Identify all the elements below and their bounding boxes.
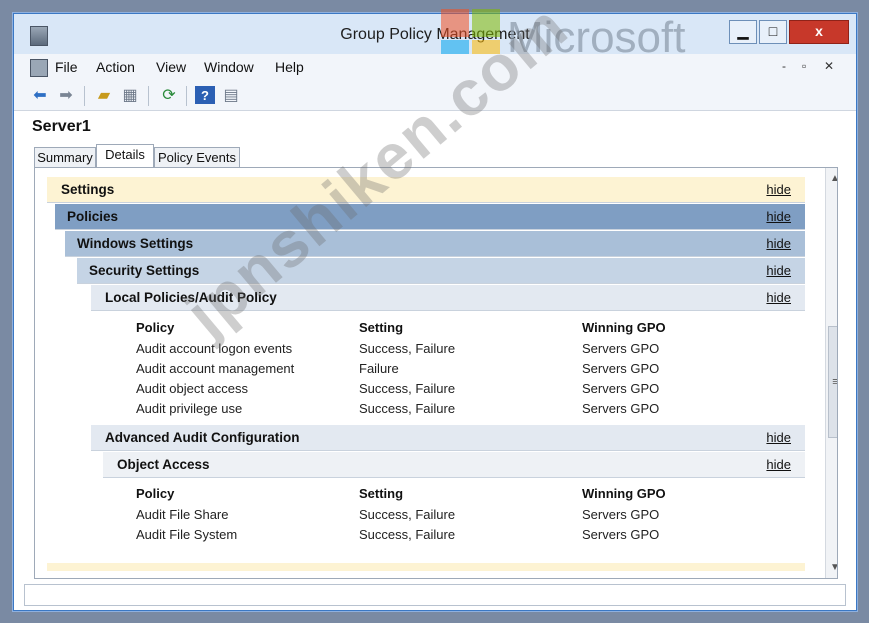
section-title: Security Settings xyxy=(89,263,200,278)
section-title: Advanced Audit Configuration xyxy=(105,430,300,445)
minimize-button[interactable]: ▁ xyxy=(729,20,757,44)
section-title: Local Policies/Audit Policy xyxy=(105,290,277,305)
menu-bar: File Action View Window Help - ▫ ✕ xyxy=(14,54,856,80)
toolbar: ⬅ ➡ ▰ ▦ ⟳ ? ▤ xyxy=(14,80,856,111)
section-title: Object Access xyxy=(117,457,210,472)
section-local-policies: Local Policies/Audit Policy hide xyxy=(91,285,805,311)
policy-name: Audit account logon events xyxy=(136,341,293,356)
winning-gpo: Servers GPO xyxy=(582,507,660,522)
column-header-winning-gpo: Winning GPO xyxy=(582,486,666,501)
winning-gpo: Servers GPO xyxy=(582,381,660,396)
hide-link[interactable]: hide xyxy=(766,231,791,256)
policy-name: Audit File Share xyxy=(136,507,229,522)
title-bar[interactable]: Group Policy Management Microsoft ▁ □ x xyxy=(14,9,856,68)
winning-gpo: Servers GPO xyxy=(582,401,660,416)
section-next-collapsed xyxy=(47,563,805,571)
back-arrow-icon[interactable]: ⬅ xyxy=(30,86,50,104)
toolbar-separator xyxy=(148,86,149,106)
toolbar-separator xyxy=(186,86,187,106)
mdi-close-button[interactable]: ✕ xyxy=(824,59,834,73)
details-panel: Settings hide Policies hide Windows Sett… xyxy=(34,167,838,579)
column-header-setting: Setting xyxy=(359,320,404,335)
tab-policy-events[interactable]: Policy Events xyxy=(154,147,240,168)
column-header-policy: Policy xyxy=(136,486,175,501)
section-policies: Policies hide xyxy=(55,204,805,230)
gpmc-window: Group Policy Management Microsoft ▁ □ x … xyxy=(13,9,857,611)
menu-view[interactable]: View xyxy=(156,59,186,75)
section-settings: Settings hide xyxy=(47,177,805,203)
policy-name: Audit File System xyxy=(136,527,238,542)
section-advanced-audit: Advanced Audit Configuration hide xyxy=(91,425,805,451)
winning-gpo: Servers GPO xyxy=(582,361,660,376)
policy-name: Audit account management xyxy=(136,361,295,376)
tab-summary[interactable]: Summary xyxy=(34,147,96,168)
menu-window[interactable]: Window xyxy=(204,59,254,75)
hide-link[interactable]: hide xyxy=(766,285,791,310)
hide-link[interactable]: hide xyxy=(766,258,791,283)
mdi-restore-button[interactable]: ▫ xyxy=(802,59,806,73)
section-title: Settings xyxy=(61,182,115,197)
column-header-setting: Setting xyxy=(359,486,404,501)
toolbar-separator xyxy=(84,86,85,106)
menu-help[interactable]: Help xyxy=(275,59,304,75)
properties-icon[interactable]: ▤ xyxy=(221,86,241,104)
column-header-policy: Policy xyxy=(136,320,175,335)
winning-gpo: Servers GPO xyxy=(582,527,660,542)
close-button[interactable]: x xyxy=(789,20,849,44)
mdi-minimize-button[interactable]: - xyxy=(782,59,786,73)
console-tree-icon[interactable]: ▦ xyxy=(120,86,140,104)
status-bar xyxy=(24,584,846,606)
scroll-up-icon[interactable]: ▲ xyxy=(826,170,837,187)
menu-file[interactable]: File xyxy=(55,59,78,75)
column-header-winning-gpo: Winning GPO xyxy=(582,320,666,335)
scroll-thumb[interactable]: ≡ xyxy=(828,326,837,438)
server-name: Server1 xyxy=(32,118,91,135)
settings-report: Settings hide Policies hide Windows Sett… xyxy=(47,175,805,571)
policy-setting: Success, Failure xyxy=(359,527,456,542)
tab-details[interactable]: Details xyxy=(96,144,154,169)
menu-action[interactable]: Action xyxy=(96,59,135,75)
vertical-scrollbar[interactable]: ▲ ≡ ▼ xyxy=(825,168,837,578)
section-windows-settings: Windows Settings hide xyxy=(65,231,805,257)
hide-link[interactable]: hide xyxy=(766,177,791,202)
refresh-icon[interactable]: ⟳ xyxy=(159,86,179,104)
help-icon[interactable]: ? xyxy=(195,86,215,104)
policy-name: Audit privilege use xyxy=(136,401,243,416)
winning-gpo: Servers GPO xyxy=(582,341,660,356)
policy-setting: Success, Failure xyxy=(359,507,456,522)
policy-name: Audit object access xyxy=(136,381,249,396)
policy-setting: Success, Failure xyxy=(359,401,456,416)
section-title: Policies xyxy=(67,209,119,224)
section-security-settings: Security Settings hide xyxy=(77,258,805,284)
hide-link[interactable]: hide xyxy=(766,204,791,229)
forward-arrow-icon[interactable]: ➡ xyxy=(56,86,76,104)
hide-link[interactable]: hide xyxy=(766,452,791,477)
console-icon[interactable] xyxy=(30,59,48,77)
scroll-down-icon[interactable]: ▼ xyxy=(826,559,837,576)
folder-up-icon[interactable]: ▰ xyxy=(94,86,114,104)
maximize-button[interactable]: □ xyxy=(759,20,787,44)
section-title: Windows Settings xyxy=(77,236,194,251)
policy-setting: Failure xyxy=(359,361,399,376)
policy-setting: Success, Failure xyxy=(359,381,456,396)
section-object-access: Object Access hide xyxy=(103,452,805,478)
policy-setting: Success, Failure xyxy=(359,341,456,356)
hide-link[interactable]: hide xyxy=(766,425,791,450)
